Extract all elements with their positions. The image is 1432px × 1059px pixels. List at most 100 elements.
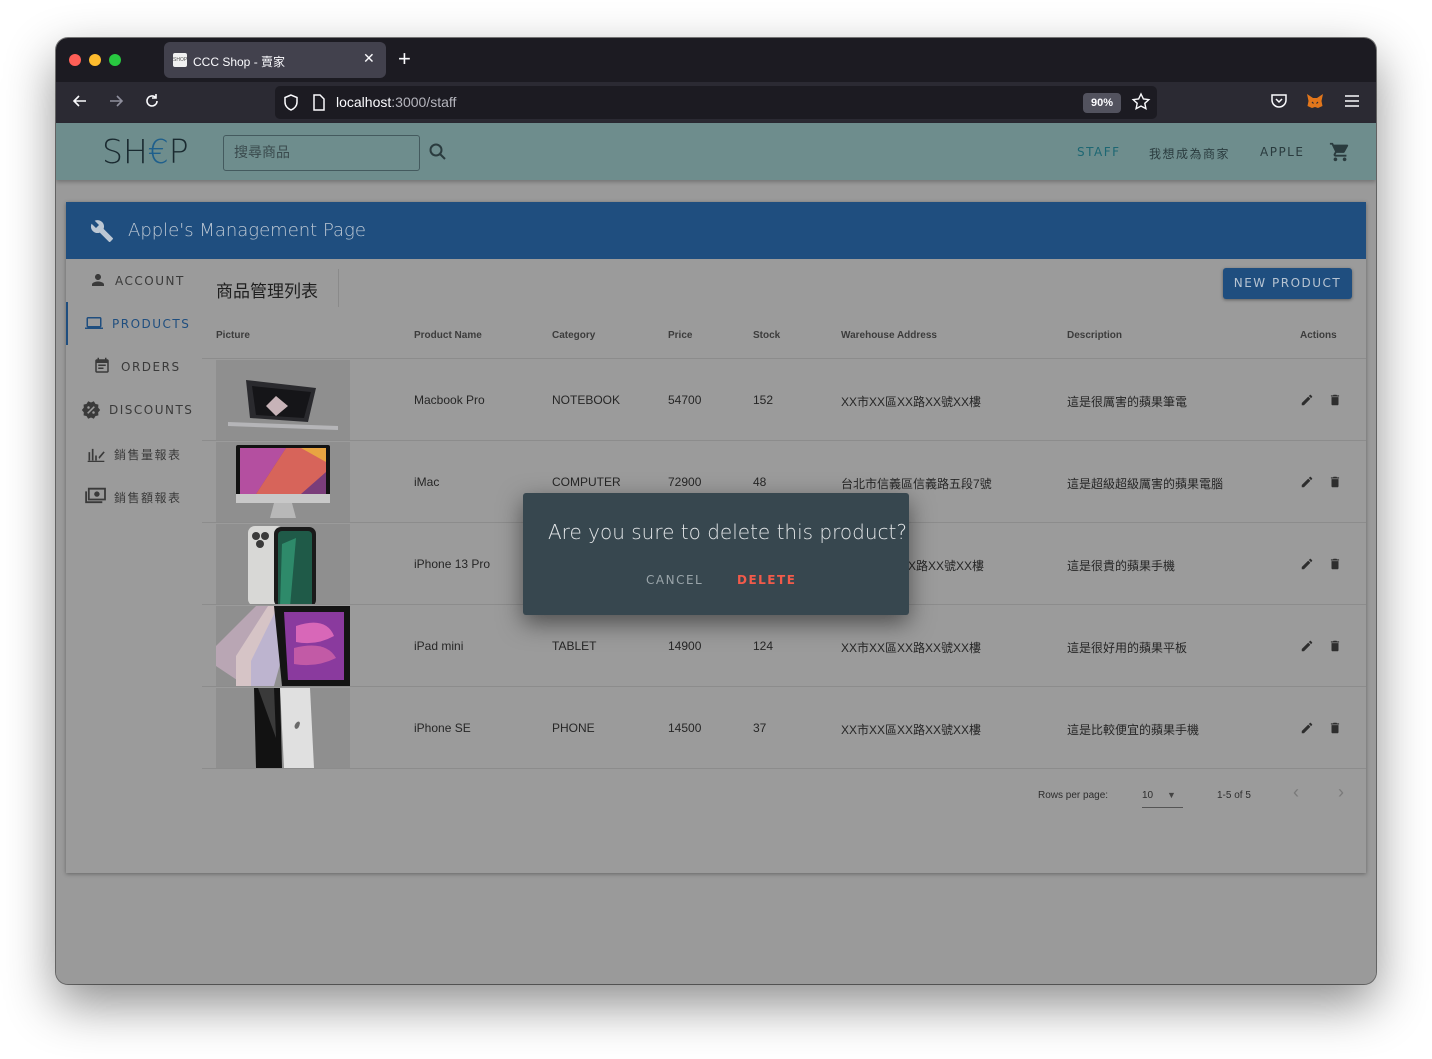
delete-trash-icon[interactable] (1328, 393, 1342, 412)
page-title: 商品管理列表 (216, 282, 318, 302)
back-arrow-icon[interactable] (70, 92, 90, 112)
sidebar-item-products[interactable]: PRODUCTS (66, 302, 202, 345)
cancel-button[interactable]: CANCEL (646, 573, 703, 587)
user-link[interactable]: APPLE (1260, 145, 1304, 159)
column-header-actions: Actions (1300, 330, 1337, 341)
money-icon (85, 486, 107, 509)
column-header-stock: Stock (753, 330, 781, 341)
product-name: Macbook Pro (414, 393, 485, 407)
column-header-price: Price (668, 330, 693, 341)
laptop-icon (84, 314, 104, 337)
person-icon (89, 271, 107, 294)
sidebar-item-account[interactable]: ACCOUNT (66, 259, 202, 302)
product-image (216, 688, 350, 768)
app-header: SH€P STAFF 我想成為商家 APPLE (56, 123, 1376, 180)
tab-bar: SHOP CCC Shop - 賣家 ✕ + (56, 38, 1376, 82)
shop-logo[interactable]: SH€P (102, 132, 189, 171)
logo-text-suffix: P (168, 132, 189, 171)
card-title: Apple's Management Page (128, 220, 366, 241)
column-header-category: Category (552, 330, 596, 341)
menu-icon[interactable] (1342, 91, 1364, 113)
sidebar-item-discounts[interactable]: DISCOUNTS (66, 388, 202, 431)
staff-link[interactable]: STAFF (1077, 145, 1121, 159)
edit-pencil-icon[interactable] (1300, 721, 1314, 740)
edit-pencil-icon[interactable] (1300, 639, 1314, 658)
product-price: 54700 (668, 393, 702, 407)
product-address: XX市XX區XX路XX號XX樓 (841, 641, 982, 655)
product-image (216, 606, 350, 686)
product-image (216, 360, 350, 440)
product-price: 72900 (668, 475, 702, 489)
product-category: PHONE (552, 721, 595, 735)
reload-icon[interactable] (142, 92, 162, 112)
shopping-cart-icon[interactable] (1329, 141, 1351, 168)
sidebar-item-label: ORDERS (121, 360, 181, 374)
product-stock: 37 (753, 721, 767, 735)
delete-confirm-dialog: Are you sure to delete this product? CAN… (523, 493, 909, 615)
new-product-button[interactable]: NEW PRODUCT (1223, 268, 1352, 299)
shield-icon[interactable] (283, 94, 299, 116)
product-description: 這是很貴的蘋果手機 (1067, 559, 1176, 573)
browser-window: SHOP CCC Shop - 賣家 ✕ + localhost:3000/st… (56, 38, 1376, 984)
product-address: XX市XX區XX路XX號XX樓 (841, 395, 982, 409)
tab-close-icon[interactable]: ✕ (363, 50, 375, 67)
url-path: :3000/staff (391, 94, 457, 110)
minimize-window-button[interactable] (89, 54, 101, 66)
metamask-fox-icon[interactable] (1305, 91, 1327, 113)
column-header-product-name: Product Name (414, 330, 482, 341)
zoom-level-badge[interactable]: 90% (1083, 93, 1121, 113)
caret-down-icon: ▼ (1167, 790, 1176, 800)
product-description: 這是比較便宜的蘋果手機 (1067, 723, 1200, 737)
logo-text-middle: € (147, 132, 169, 171)
product-stock: 48 (753, 475, 767, 489)
delete-trash-icon[interactable] (1328, 721, 1342, 740)
delete-trash-icon[interactable] (1328, 557, 1342, 576)
column-header-warehouse-address: Warehouse Address (841, 330, 937, 341)
sidebar-item-orders[interactable]: ORDERS (66, 345, 202, 388)
bookmark-star-icon[interactable] (1131, 92, 1151, 117)
table-row: iPhone SE PHONE 14500 37 XX市XX區XX路XX號XX樓… (202, 687, 1366, 769)
product-description: 這是很好用的蘋果平板 (1067, 641, 1188, 655)
edit-pencil-icon[interactable] (1300, 557, 1314, 576)
product-image (216, 524, 350, 604)
previous-page-chevron-icon[interactable]: ‹ (1293, 782, 1299, 803)
sidebar-item-sales-amount-report[interactable]: 銷售額報表 (66, 474, 202, 517)
edit-pencil-icon[interactable] (1300, 393, 1314, 412)
search-icon[interactable] (428, 142, 448, 167)
sidebar-item-sales-volume-report[interactable]: 銷售量報表 (66, 431, 202, 474)
next-page-chevron-icon[interactable]: › (1338, 782, 1344, 803)
url-bar[interactable]: localhost:3000/staff 90% (275, 86, 1157, 119)
delete-button[interactable]: DELETE (737, 573, 796, 587)
zoom-window-button[interactable] (109, 54, 121, 66)
sidebar-item-label: 銷售額報表 (114, 491, 182, 505)
table-row: iPad mini TABLET 14900 124 XX市XX區XX路XX號X… (202, 605, 1366, 687)
rows-per-page-select[interactable]: 10 ▼ (1142, 786, 1183, 808)
pocket-icon[interactable] (1269, 91, 1291, 113)
favicon-icon: SHOP (173, 53, 187, 67)
sidebar-item-label: PRODUCTS (112, 317, 191, 331)
become-seller-link[interactable]: 我想成為商家 (1149, 145, 1230, 162)
pagination-range: 1-5 of 5 (1217, 790, 1251, 801)
tab-title: CCC Shop - 賣家 (193, 55, 286, 69)
forward-arrow-icon[interactable] (106, 92, 126, 112)
close-window-button[interactable] (69, 54, 81, 66)
product-price: 14900 (668, 639, 702, 653)
delete-trash-icon[interactable] (1328, 639, 1342, 658)
product-category: TABLET (552, 639, 597, 653)
app-page: SH€P STAFF 我想成為商家 APPLE Apple's Manageme… (56, 123, 1376, 984)
new-tab-button[interactable]: + (398, 47, 411, 71)
product-address: 台北市信義區信義路五段7號 (841, 477, 992, 491)
nav-bar: localhost:3000/staff 90% (56, 82, 1376, 123)
product-name: iMac (414, 475, 440, 489)
edit-pencil-icon[interactable] (1300, 475, 1314, 494)
url-text[interactable]: localhost:3000/staff (336, 94, 456, 110)
search-input[interactable] (224, 136, 419, 170)
card-header: Apple's Management Page (66, 202, 1366, 259)
product-address: X路XX號XX樓 (908, 559, 985, 573)
table-row: Macbook Pro NOTEBOOK 54700 152 XX市XX區XX路… (202, 359, 1366, 441)
browser-tab[interactable]: SHOP CCC Shop - 賣家 ✕ (164, 42, 386, 78)
product-name: iPhone 13 Pro (414, 557, 491, 571)
chart-line-icon (86, 443, 106, 468)
sidebar-item-label: ACCOUNT (115, 274, 185, 288)
delete-trash-icon[interactable] (1328, 475, 1342, 494)
